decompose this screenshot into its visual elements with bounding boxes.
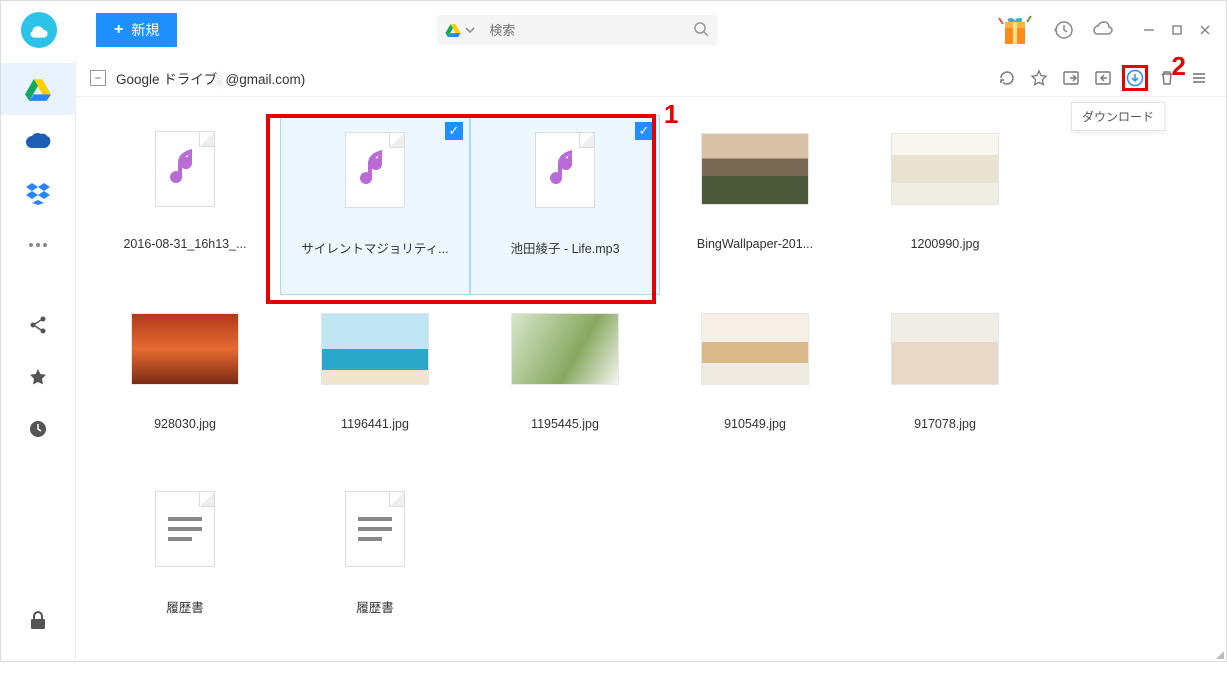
file-name: BingWallpaper-201... xyxy=(697,237,813,251)
image-thumbnail xyxy=(891,133,999,205)
new-button[interactable]: + 新規 xyxy=(96,13,177,47)
file-name: 928030.jpg xyxy=(154,417,216,431)
file-item[interactable]: 910549.jpg xyxy=(660,295,850,475)
import-icon[interactable] xyxy=(1090,65,1116,91)
selected-check-icon: ✓ xyxy=(635,122,653,140)
image-thumbnail xyxy=(701,313,809,385)
image-thumbnail xyxy=(321,313,429,385)
file-item[interactable]: 917078.jpg xyxy=(850,295,1040,475)
file-item[interactable]: 履歴書 xyxy=(90,475,280,655)
file-item[interactable]: 1196441.jpg xyxy=(280,295,470,475)
export-icon[interactable] xyxy=(1058,65,1084,91)
resize-grip[interactable] xyxy=(1212,647,1224,659)
sidebar-item-lock[interactable] xyxy=(1,595,75,647)
file-name: サイレントマジョリティ... xyxy=(301,238,448,257)
sidebar-item-more[interactable] xyxy=(1,219,75,271)
file-name: 池田綾子 - Life.mp3 xyxy=(510,238,619,257)
sidebar-item-recent[interactable] xyxy=(1,403,75,455)
search-input[interactable] xyxy=(483,23,693,38)
file-item[interactable]: ✓ サイレントマジョリティ... xyxy=(280,115,470,295)
music-file-icon xyxy=(345,132,405,208)
file-item[interactable]: BingWallpaper-201... xyxy=(660,115,850,295)
file-name: 2016-08-31_16h13_... xyxy=(123,237,246,251)
breadcrumb-actions: ダウンロード xyxy=(994,65,1212,91)
sidebar xyxy=(1,59,76,661)
file-name: 917078.jpg xyxy=(914,417,976,431)
image-thumbnail xyxy=(891,313,999,385)
document-file-icon xyxy=(345,491,405,567)
file-name: 履歴書 xyxy=(166,597,204,616)
main-panel: − Google ドライブ( @gmail.com) ダウンロード 2016-0… xyxy=(76,59,1226,661)
new-button-label: 新規 xyxy=(131,20,159,40)
download-tooltip: ダウンロード xyxy=(1071,102,1165,131)
menu-icon[interactable] xyxy=(1186,65,1212,91)
image-thumbnail xyxy=(701,133,809,205)
file-item[interactable]: 928030.jpg xyxy=(90,295,280,475)
file-name: 履歴書 xyxy=(356,597,394,616)
drive-label: Google ドライブ xyxy=(116,72,217,87)
image-thumbnail xyxy=(511,313,619,385)
file-item[interactable]: 1200990.jpg xyxy=(850,115,1040,295)
music-file-icon xyxy=(535,132,595,208)
search-drive-selector[interactable] xyxy=(445,23,483,37)
file-name: 910549.jpg xyxy=(724,417,786,431)
account-suffix: @gmail.com) xyxy=(226,72,306,87)
sidebar-item-share[interactable] xyxy=(1,299,75,351)
minimize-button[interactable] xyxy=(1136,17,1162,43)
file-name: 1196441.jpg xyxy=(341,417,409,431)
image-thumbnail xyxy=(131,313,239,385)
search-icon[interactable] xyxy=(693,21,709,40)
titlebar-right xyxy=(990,10,1218,50)
star-icon[interactable] xyxy=(1026,65,1052,91)
titlebar: + 新規 xyxy=(1,1,1226,59)
window-controls xyxy=(1136,17,1218,43)
breadcrumb-path: Google ドライブ( @gmail.com) xyxy=(116,68,305,88)
file-item[interactable]: 1195445.jpg xyxy=(470,295,660,475)
document-file-icon xyxy=(155,491,215,567)
file-name: 1195445.jpg xyxy=(531,417,599,431)
breadcrumb: − Google ドライブ( @gmail.com) ダウンロード xyxy=(76,59,1226,97)
collapse-toggle[interactable]: − xyxy=(90,70,106,86)
drive-icon xyxy=(445,23,461,37)
file-item[interactable]: 2016-08-31_16h13_... xyxy=(90,115,280,295)
sidebar-item-google-drive[interactable] xyxy=(1,63,75,115)
cloud-sync-icon[interactable] xyxy=(1088,16,1118,44)
trash-icon[interactable] xyxy=(1154,65,1180,91)
file-item[interactable]: ✓ 池田綾子 - Life.mp3 xyxy=(470,115,660,295)
chevron-down-icon xyxy=(465,25,475,35)
close-button[interactable] xyxy=(1192,17,1218,43)
sidebar-item-onedrive[interactable] xyxy=(1,115,75,167)
gift-icon[interactable] xyxy=(990,10,1040,50)
plus-icon: + xyxy=(114,21,123,39)
maximize-button[interactable] xyxy=(1164,17,1190,43)
music-file-icon xyxy=(155,131,215,207)
selected-check-icon: ✓ xyxy=(445,122,463,140)
refresh-icon[interactable] xyxy=(994,65,1020,91)
history-icon[interactable] xyxy=(1050,16,1078,44)
file-item[interactable]: 履歴書 xyxy=(280,475,470,655)
app-logo xyxy=(1,1,76,59)
file-grid: 2016-08-31_16h13_... ✓ サイレントマジョリティ... ✓ 池田綾子… xyxy=(76,97,1226,673)
sidebar-item-starred[interactable] xyxy=(1,351,75,403)
search-box[interactable] xyxy=(437,15,717,45)
sidebar-item-dropbox[interactable] xyxy=(1,167,75,219)
account-masked: ( xyxy=(217,72,225,87)
file-name: 1200990.jpg xyxy=(911,237,980,251)
download-icon[interactable]: ダウンロード xyxy=(1122,65,1148,91)
